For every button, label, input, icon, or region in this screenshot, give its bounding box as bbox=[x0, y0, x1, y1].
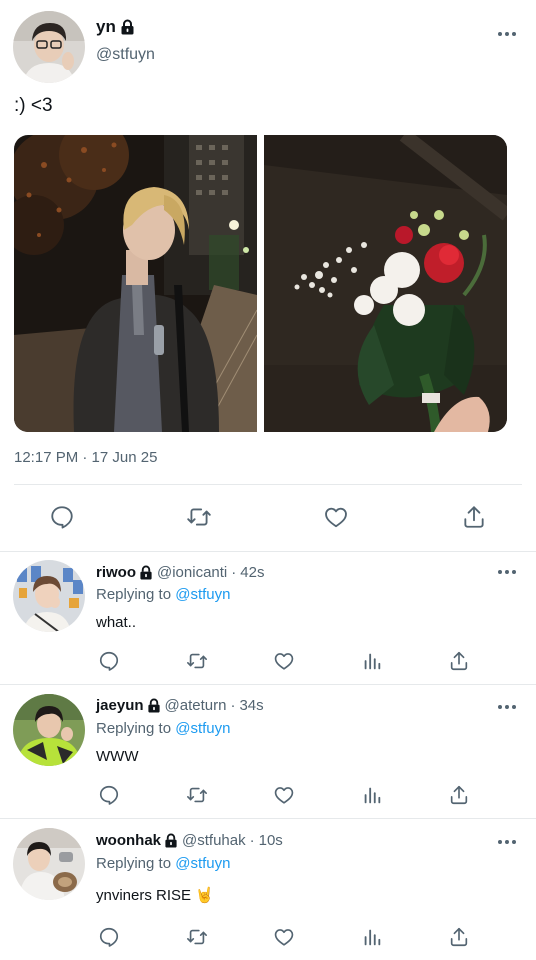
reply-text: what.. bbox=[96, 614, 137, 631]
replying-to: Replying to @stfuyn bbox=[96, 720, 230, 737]
tweet-photo-portrait[interactable] bbox=[14, 135, 257, 432]
separator: · bbox=[231, 564, 237, 581]
more-icon[interactable] bbox=[495, 566, 519, 578]
more-icon[interactable] bbox=[495, 836, 519, 848]
lock-icon bbox=[139, 565, 153, 580]
reply-time[interactable]: 10s bbox=[259, 832, 283, 849]
tweet-photo-bouquet[interactable] bbox=[264, 135, 507, 432]
reply-display-name[interactable]: jaeyun bbox=[96, 697, 144, 714]
reply-avatar[interactable] bbox=[13, 560, 85, 632]
tweet-timestamp[interactable]: 12:17 PM · 17 Jun 25 bbox=[14, 449, 157, 466]
reply-header: woonhak @stfuhak · 10s bbox=[96, 832, 283, 849]
reply-handle[interactable]: @ionicanti bbox=[157, 564, 227, 581]
share-icon[interactable] bbox=[444, 780, 474, 810]
mention-link[interactable]: @stfuyn bbox=[175, 855, 230, 872]
main-display-name[interactable]: yn bbox=[96, 17, 116, 37]
share-icon[interactable] bbox=[459, 502, 489, 532]
lock-icon bbox=[164, 833, 178, 848]
lock-icon bbox=[120, 19, 135, 35]
like-icon[interactable] bbox=[269, 780, 299, 810]
mention-link[interactable]: @stfuyn bbox=[175, 586, 230, 603]
main-avatar[interactable] bbox=[13, 11, 85, 83]
reply-icon[interactable] bbox=[94, 646, 124, 676]
reply-action-bar bbox=[0, 780, 536, 810]
reply-time[interactable]: 42s bbox=[240, 564, 264, 581]
share-icon[interactable] bbox=[444, 646, 474, 676]
main-handle[interactable]: @stfuyn bbox=[96, 46, 155, 64]
reply-avatar[interactable] bbox=[13, 694, 85, 766]
share-icon[interactable] bbox=[444, 922, 474, 952]
stats-icon[interactable] bbox=[357, 922, 387, 952]
separator: · bbox=[249, 832, 255, 849]
reply-icon[interactable] bbox=[47, 502, 77, 532]
reply-icon[interactable] bbox=[94, 922, 124, 952]
main-tweet: yn @stfuyn :) <3 12:17 PM · 17 Jun 25 bbox=[0, 0, 536, 552]
reply-time[interactable]: 34s bbox=[239, 697, 263, 714]
replying-label: Replying to bbox=[96, 720, 172, 737]
more-icon[interactable] bbox=[495, 701, 519, 713]
reply-display-name[interactable]: riwoo bbox=[96, 564, 136, 581]
main-action-bar bbox=[0, 498, 536, 538]
more-icon[interactable] bbox=[495, 28, 519, 40]
retweet-icon[interactable] bbox=[182, 646, 212, 676]
replying-label: Replying to bbox=[96, 855, 172, 872]
retweet-icon[interactable] bbox=[184, 502, 214, 532]
separator: · bbox=[230, 697, 236, 714]
reply-handle[interactable]: @ateturn bbox=[165, 697, 227, 714]
reply-text: ynviners RISE 🤘 bbox=[96, 887, 214, 904]
reply-display-name[interactable]: woonhak bbox=[96, 832, 161, 849]
tweet-text: :) <3 bbox=[14, 95, 53, 116]
reply-tweet: woonhak @stfuhak · 10s Replying to @stfu… bbox=[0, 819, 536, 960]
main-display-name-row[interactable]: yn bbox=[96, 17, 135, 37]
reply-icon[interactable] bbox=[94, 780, 124, 810]
reply-tweet: jaeyun @ateturn · 34s Replying to @stfuy… bbox=[0, 685, 536, 818]
retweet-icon[interactable] bbox=[182, 922, 212, 952]
reply-text: WWW bbox=[96, 748, 139, 765]
reply-action-bar bbox=[0, 922, 536, 952]
reply-handle[interactable]: @stfuhak bbox=[182, 832, 246, 849]
divider bbox=[14, 484, 522, 485]
replying-label: Replying to bbox=[96, 586, 172, 603]
stats-icon[interactable] bbox=[357, 646, 387, 676]
retweet-icon[interactable] bbox=[182, 780, 212, 810]
reply-header: jaeyun @ateturn · 34s bbox=[96, 697, 264, 714]
like-icon[interactable] bbox=[269, 922, 299, 952]
replying-to: Replying to @stfuyn bbox=[96, 855, 230, 872]
like-icon[interactable] bbox=[321, 502, 351, 532]
reply-avatar[interactable] bbox=[13, 828, 85, 900]
reply-tweet: riwoo @ionicanti · 42s Replying to @stfu… bbox=[0, 552, 536, 684]
replying-to: Replying to @stfuyn bbox=[96, 586, 230, 603]
mention-link[interactable]: @stfuyn bbox=[175, 720, 230, 737]
stats-icon[interactable] bbox=[357, 780, 387, 810]
reply-header: riwoo @ionicanti · 42s bbox=[96, 564, 264, 581]
lock-icon bbox=[147, 698, 161, 713]
reply-action-bar bbox=[0, 646, 536, 676]
like-icon[interactable] bbox=[269, 646, 299, 676]
